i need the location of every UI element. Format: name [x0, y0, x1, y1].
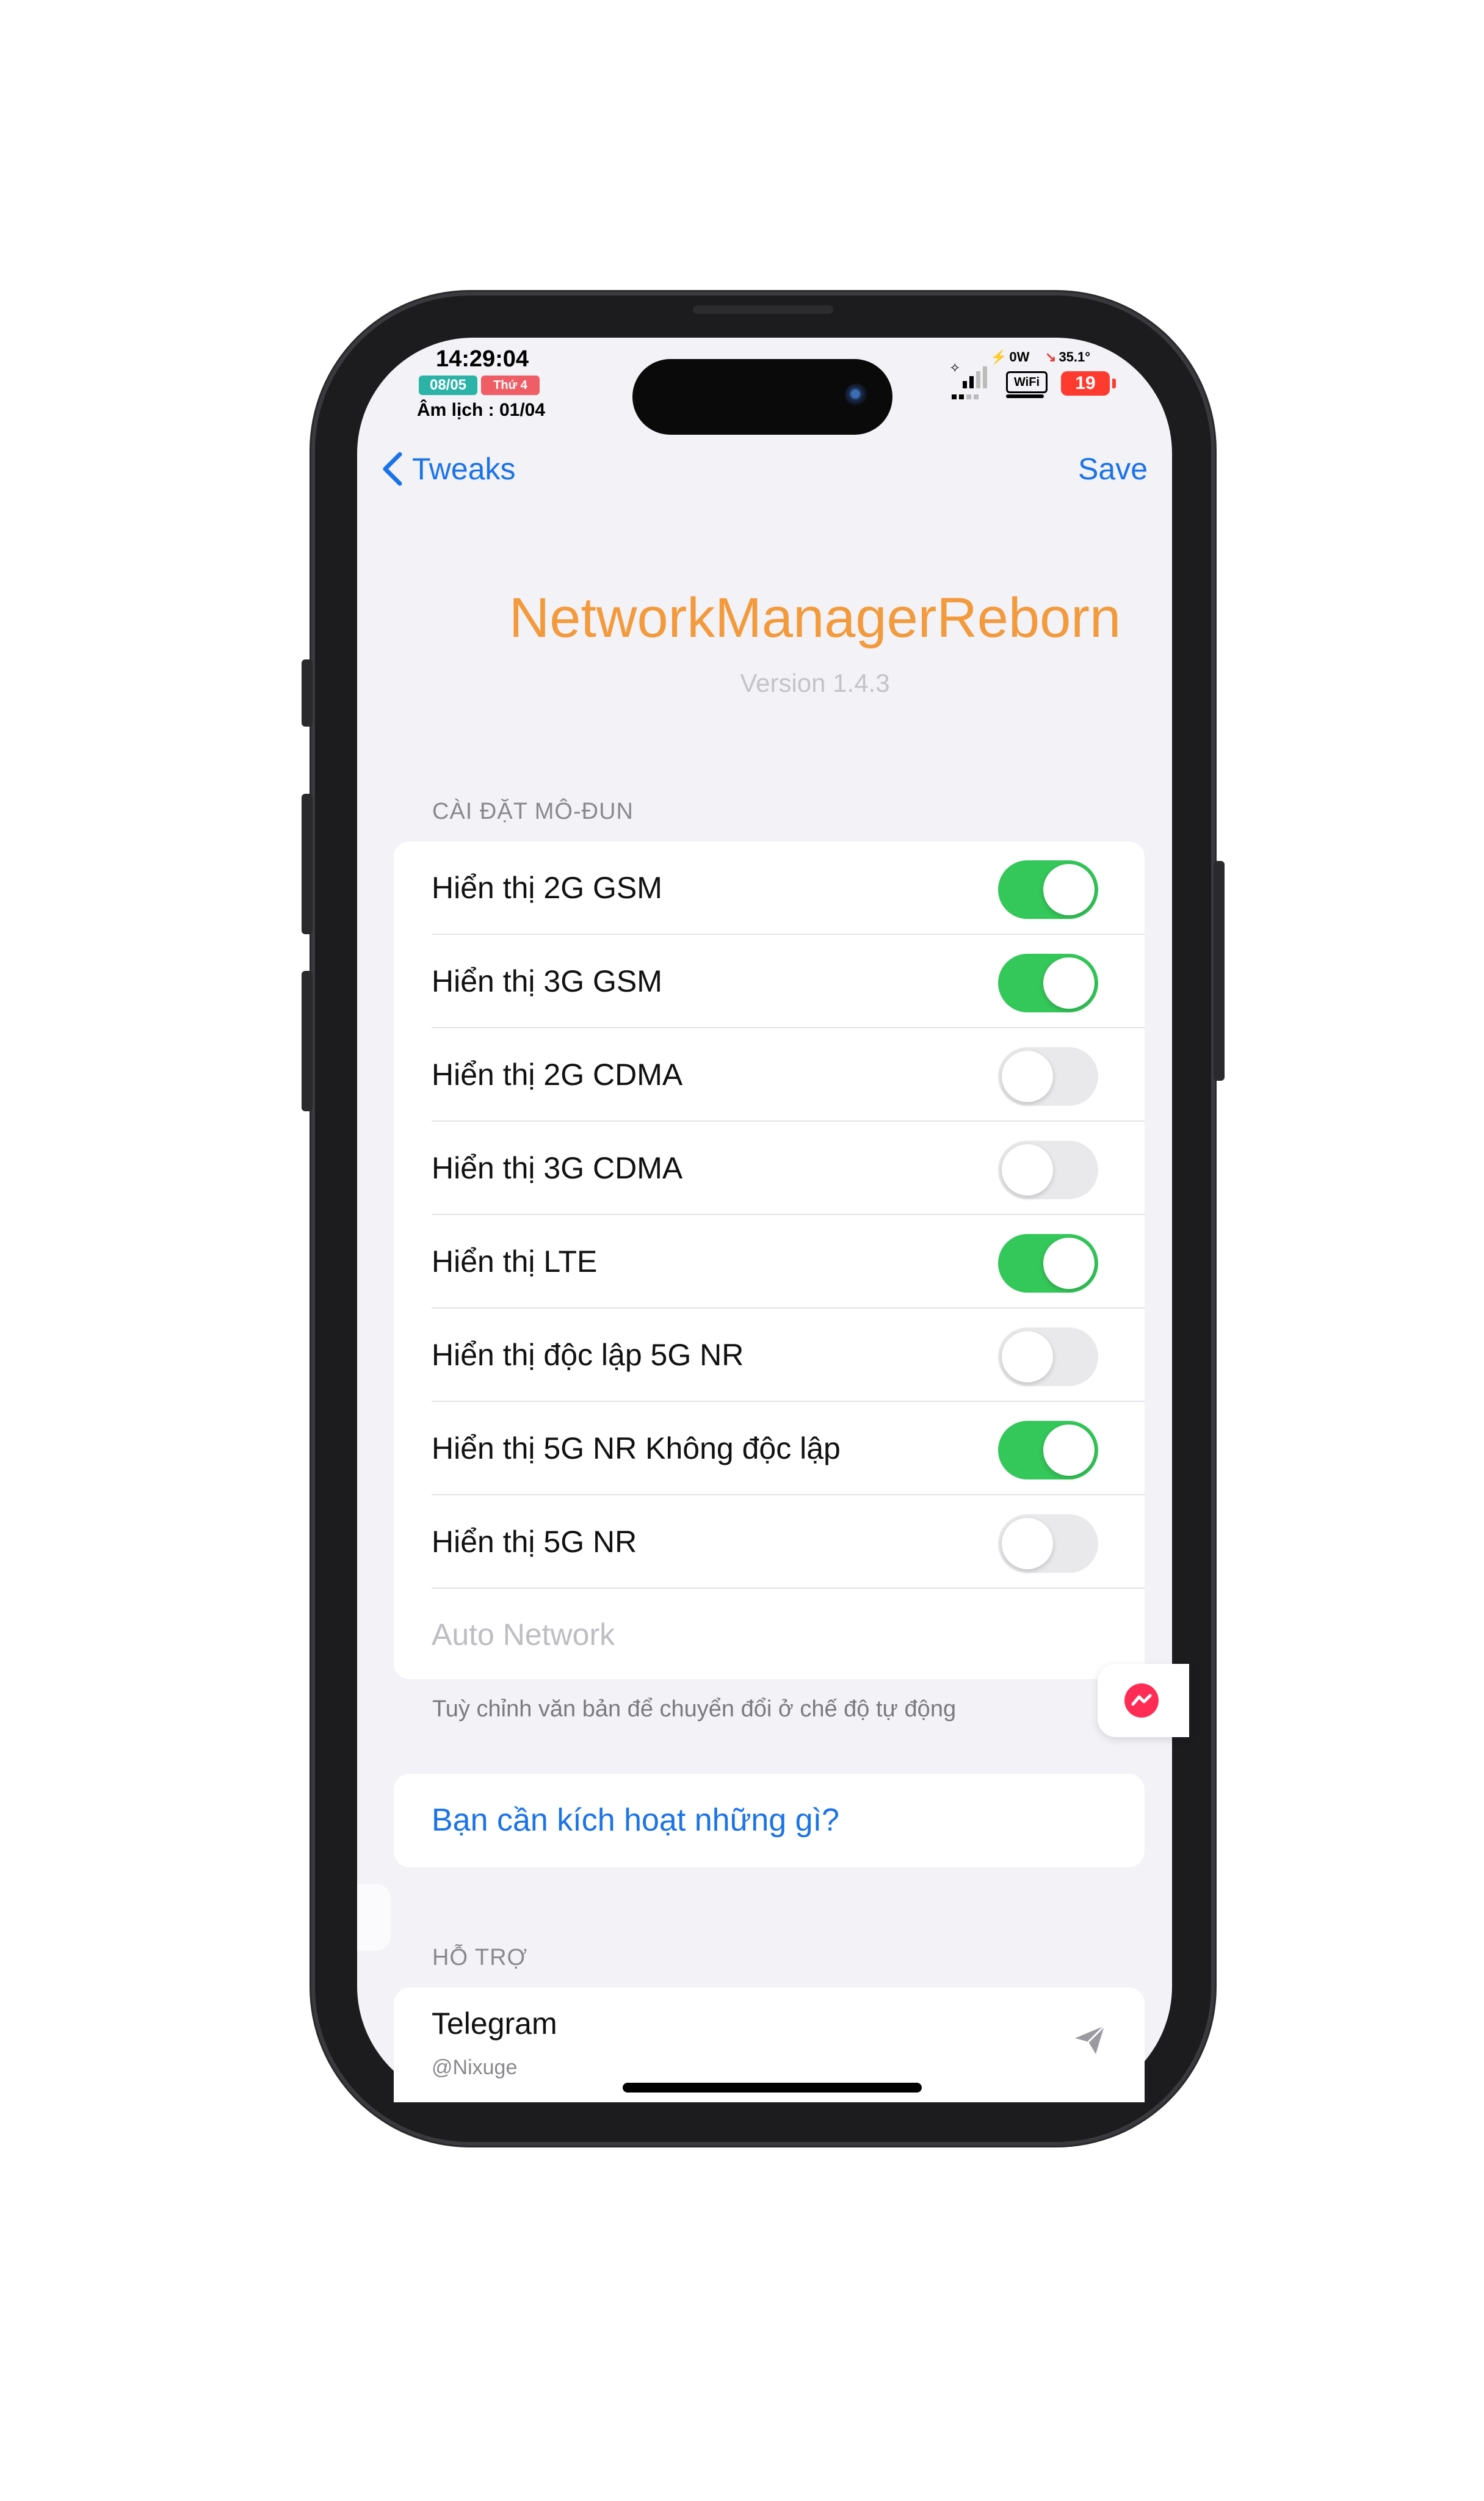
- toggle-knob: [1043, 864, 1095, 915]
- svg-text:✧: ✧: [949, 361, 960, 376]
- weekday-badge: Thứ 4: [481, 376, 540, 395]
- toggle-row-label: Hiển thị 5G NR: [432, 1525, 637, 1559]
- section-heading-support: HỖ TRỢ: [432, 1945, 528, 1970]
- volume-down-button: [302, 971, 313, 1111]
- auto-network-field[interactable]: Auto Network: [394, 1589, 1145, 1679]
- send-icon: [1075, 2025, 1106, 2054]
- toggle-knob: [1043, 1238, 1095, 1289]
- modules-card: Hiển thị 2G GSM Hiển thị 3G GSM Hiển thị…: [394, 841, 1145, 1679]
- camera-icon: [845, 383, 868, 407]
- thermometer-icon: ↘: [1045, 349, 1057, 365]
- toggle-knob: [1043, 957, 1095, 1009]
- chevron-left-icon: [383, 452, 402, 486]
- telegram-title: Telegram: [432, 2006, 557, 2041]
- toggle-switch[interactable]: [998, 1421, 1098, 1479]
- battery-level: 19: [1061, 371, 1110, 396]
- toggle-switch[interactable]: [998, 954, 1098, 1012]
- volume-up-button: [302, 794, 313, 934]
- battery-tip: [1112, 379, 1116, 388]
- toggle-row: Hiển thị 2G CDMA: [394, 1028, 1145, 1122]
- toggle-switch[interactable]: [998, 1141, 1098, 1199]
- back-label: Tweaks: [412, 452, 516, 486]
- toggle-knob: [1002, 1518, 1053, 1569]
- date-badge: 08/05: [419, 376, 477, 395]
- edge-handle[interactable]: [357, 1884, 391, 1951]
- toggle-knob: [1002, 1331, 1053, 1382]
- toggle-row: Hiển thị LTE: [394, 1215, 1145, 1309]
- power-value: 0W: [1009, 349, 1030, 365]
- toggle-switch[interactable]: [998, 860, 1098, 919]
- app-version: Version 1.4.3: [740, 669, 890, 697]
- app-title: NetworkManagerReborn: [509, 587, 1121, 649]
- toggle-row-label: Hiển thị 2G GSM: [432, 871, 662, 905]
- toggle-row: Hiển thị độc lập 5G NR: [394, 1309, 1145, 1402]
- toggle-row-label: Hiển thị 5G NR Không độc lập: [432, 1431, 841, 1465]
- messenger-bubble[interactable]: [1098, 1664, 1189, 1737]
- activation-link[interactable]: Bạn cần kích hoạt những gì?: [432, 1774, 839, 1867]
- toggle-knob: [1002, 1051, 1053, 1102]
- lunar-date: Âm lịch : 01/04: [416, 400, 546, 420]
- toggle-switch[interactable]: [998, 1327, 1098, 1386]
- wifi-strength-bar: [1006, 394, 1044, 398]
- toggle-row: Hiển thị 3G GSM: [394, 935, 1145, 1028]
- section-heading-modules: CÀI ĐẶT MÔ-ĐUN: [432, 799, 634, 824]
- toggle-row-label: Hiển thị LTE: [432, 1244, 598, 1279]
- toggle-knob: [1043, 1425, 1095, 1476]
- toggle-switch[interactable]: [998, 1234, 1098, 1293]
- power-button: [1214, 861, 1225, 1081]
- bolt-icon: ⚡: [990, 349, 1007, 365]
- auto-network-placeholder: Auto Network: [432, 1617, 615, 1652]
- toggle-row: Hiển thị 5G NR Không độc lập: [394, 1402, 1145, 1495]
- speaker-grille: [693, 305, 833, 314]
- toggle-row-label: Hiển thị độc lập 5G NR: [432, 1338, 744, 1372]
- activation-card[interactable]: Bạn cần kích hoạt những gì?: [394, 1774, 1145, 1867]
- save-button[interactable]: Save: [1062, 448, 1148, 490]
- toggle-row-label: Hiển thị 3G CDMA: [432, 1151, 683, 1185]
- toggle-switch[interactable]: [998, 1514, 1098, 1573]
- toggle-row-label: Hiển thị 3G GSM: [432, 964, 662, 998]
- toggle-knob: [1002, 1144, 1053, 1196]
- action-button: [302, 659, 313, 727]
- signal-icon: ✧: [949, 359, 992, 402]
- power-readout: ⚡ 0W: [990, 348, 1033, 366]
- section-footnote: Tuỳ chỉnh văn bản để chuyển đổi ở chế độ…: [432, 1696, 957, 1722]
- toggle-row: Hiển thị 5G NR: [394, 1495, 1145, 1589]
- status-time: 14:29:04: [435, 346, 529, 372]
- temperature-readout: ↘ 35.1°: [1045, 348, 1112, 366]
- toggle-row: Hiển thị 2G GSM: [394, 841, 1145, 935]
- telegram-handle: @Nixuge: [432, 2056, 518, 2079]
- messenger-icon: [1124, 1683, 1159, 1718]
- back-button[interactable]: Tweaks: [382, 448, 516, 490]
- temperature-value: 35.1°: [1059, 349, 1091, 365]
- toggle-row: Hiển thị 3G CDMA: [394, 1122, 1145, 1215]
- toggle-row-label: Hiển thị 2G CDMA: [432, 1058, 683, 1092]
- toggle-switch[interactable]: [998, 1047, 1098, 1106]
- home-indicator: [623, 2083, 922, 2093]
- wifi-badge: WiFi: [1006, 371, 1048, 393]
